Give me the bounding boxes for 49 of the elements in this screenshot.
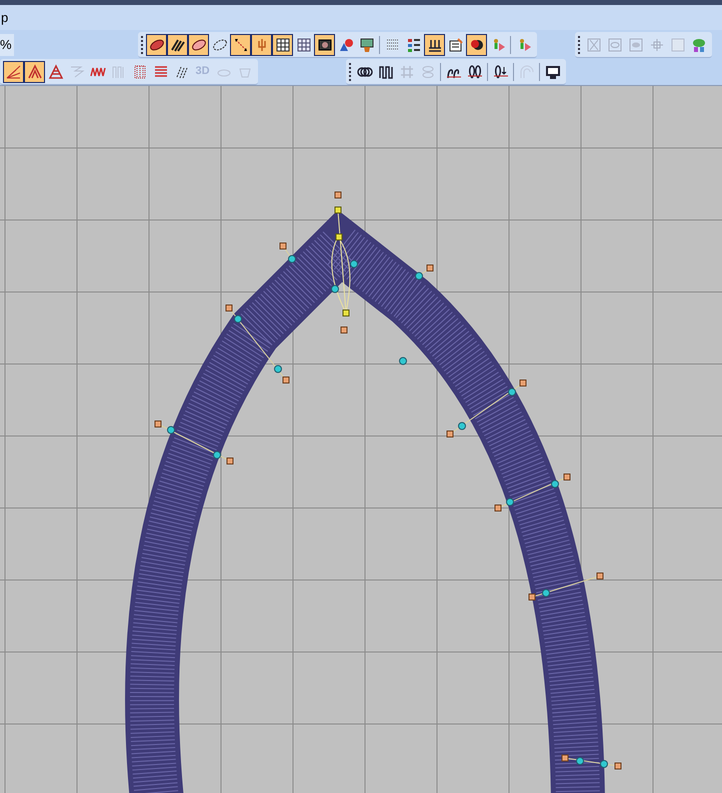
menu-item[interactable]: p: [0, 8, 10, 28]
tool-icon: [586, 36, 602, 52]
tool-icon: [420, 64, 436, 80]
tool-icon: [212, 36, 228, 52]
toolbar-button[interactable]: [314, 34, 335, 56]
toolbar-button[interactable]: [466, 34, 487, 56]
toolbar-button[interactable]: [272, 34, 293, 56]
tool-icon: [148, 36, 164, 52]
tool-icon: [406, 36, 422, 52]
tool-icon: [544, 64, 560, 80]
zoom-field[interactable]: %: [0, 34, 14, 56]
tool-icon: [6, 64, 22, 80]
tool-icon: [398, 64, 414, 80]
tool-icon: [384, 36, 400, 52]
toolbar-button[interactable]: [3, 60, 24, 82]
tool-icon: [190, 36, 206, 52]
tool-icon: [152, 64, 168, 80]
toolbar-grip[interactable]: [578, 36, 581, 54]
toolbar-button[interactable]: [146, 34, 167, 56]
toolbar-button[interactable]: [230, 34, 251, 56]
toolbar-button[interactable]: [167, 34, 188, 56]
tool-icon: [316, 36, 332, 52]
tool-icon: [338, 36, 354, 52]
toolbar-button[interactable]: [188, 34, 209, 56]
tool-icon: [132, 64, 148, 80]
tool-icon: [648, 36, 664, 52]
tool-icon: [492, 64, 508, 80]
tool-icon: [466, 64, 482, 80]
tool-icon: [170, 36, 186, 52]
tool-icon: [26, 64, 42, 80]
tool-icon: [518, 64, 534, 80]
toolbar-button[interactable]: [251, 34, 272, 56]
toolbar-grip[interactable]: [349, 62, 352, 80]
toolbar-grip[interactable]: [141, 36, 144, 54]
tool-icon: [690, 36, 706, 52]
tool-icon: [358, 36, 374, 52]
tool-icon: [110, 64, 126, 80]
tool-icon: [670, 36, 686, 52]
tool-icon: [606, 36, 622, 52]
tool-icon: [448, 36, 464, 52]
tool-icon: [232, 36, 248, 52]
toolbar-button[interactable]: [424, 34, 445, 56]
tool-icon: [296, 36, 312, 52]
toolbar-button[interactable]: [24, 60, 45, 82]
tool-icon: [628, 36, 644, 52]
tool-icon: [378, 64, 394, 80]
tool-icon: [48, 64, 64, 80]
tool-icon: [68, 64, 84, 80]
tool-icon: [274, 36, 290, 52]
